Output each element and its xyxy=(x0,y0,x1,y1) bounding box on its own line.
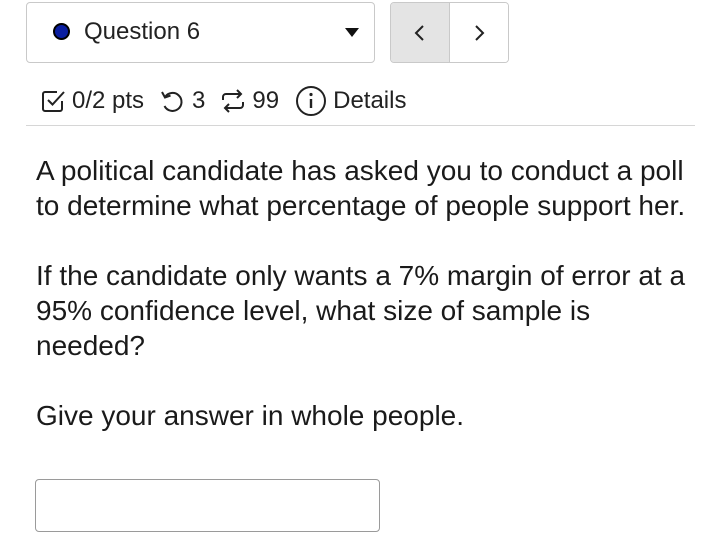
chevron-left-icon xyxy=(414,24,424,41)
info-icon[interactable] xyxy=(295,85,327,117)
details-link[interactable]: Details xyxy=(333,87,406,115)
undo-icon xyxy=(159,88,185,114)
question-selector-label: Question 6 xyxy=(84,18,201,45)
question-text: A political candidate has asked you to c… xyxy=(36,153,701,433)
attempts-remaining: 3 xyxy=(192,87,206,114)
checkbox-icon xyxy=(40,88,66,114)
answer-input[interactable] xyxy=(35,479,380,532)
previous-question-button[interactable] xyxy=(391,3,450,62)
question-pager xyxy=(390,2,509,63)
caret-down-icon xyxy=(345,28,359,37)
question-paragraph: A political candidate has asked you to c… xyxy=(36,155,686,221)
divider xyxy=(26,125,695,126)
question-paragraph: If the candidate only wants a 7% margin … xyxy=(36,260,686,361)
versions-count: 99 xyxy=(252,87,280,114)
question-selector[interactable]: Question 6 xyxy=(26,2,375,63)
question-paragraph: Give your answer in whole people. xyxy=(36,400,465,431)
score-text: 0/2 pts xyxy=(72,87,145,114)
question-meta-row: 0/2 pts 3 99 Details xyxy=(40,82,406,120)
question-status-dot xyxy=(53,23,70,40)
next-question-button[interactable] xyxy=(450,3,508,62)
repeat-icon xyxy=(219,87,247,115)
chevron-right-icon xyxy=(475,24,485,41)
